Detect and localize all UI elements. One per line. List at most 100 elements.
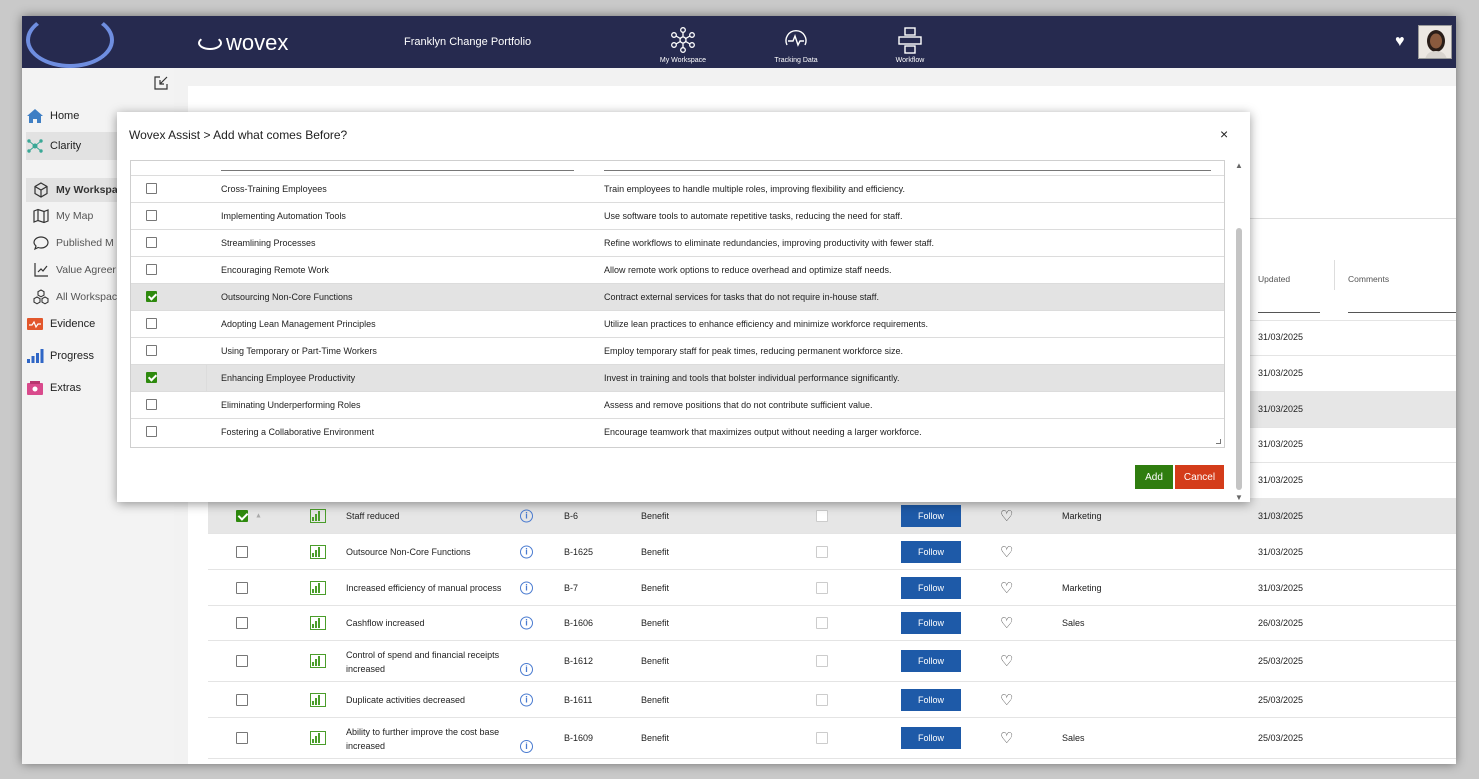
scroll-up-icon[interactable]: ▲	[1235, 161, 1243, 170]
row-flag-checkbox[interactable]	[816, 617, 828, 629]
list-item[interactable]: Outsourcing Non-Core Functions Contract …	[131, 283, 1224, 310]
info-icon[interactable]: i	[520, 581, 533, 594]
favorite-heart-icon[interactable]: ♡	[1000, 507, 1013, 525]
item-checkbox[interactable]	[146, 372, 157, 383]
scroll-down-icon[interactable]: ▼	[1235, 493, 1243, 502]
add-button[interactable]: Add	[1135, 465, 1173, 489]
sort-up-icon[interactable]: ▲	[255, 512, 262, 519]
list-item[interactable]: Using Temporary or Part-Time Workers Emp…	[131, 337, 1224, 364]
close-icon[interactable]: ×	[1220, 126, 1228, 142]
row-flag-checkbox[interactable]	[816, 693, 828, 706]
info-icon[interactable]: i	[520, 663, 533, 676]
row-checkbox[interactable]	[236, 509, 248, 522]
info-icon[interactable]: i	[520, 740, 533, 753]
row-checkbox[interactable]	[236, 655, 248, 667]
row-checkbox[interactable]	[236, 617, 248, 629]
sidebar-item-extras[interactable]: Extras	[26, 380, 81, 396]
table-row[interactable]: Control of spend and financial receipts …	[208, 641, 1456, 682]
row-type: Benefit	[641, 546, 670, 557]
row-name[interactable]: Staff reduced	[346, 511, 399, 521]
row-name[interactable]: Outsource Non-Core Functions	[346, 547, 471, 557]
follow-button[interactable]: Follow	[901, 612, 961, 634]
row-name[interactable]: Increased efficiency of manual process	[346, 583, 501, 593]
row-checkbox[interactable]	[236, 693, 248, 706]
scrollbar-thumb[interactable]	[1236, 228, 1242, 490]
favorite-heart-icon[interactable]: ♡	[1000, 579, 1013, 597]
row-checkbox[interactable]	[236, 545, 248, 558]
nav-tracking-data[interactable]: Tracking Data	[756, 26, 836, 64]
item-checkbox[interactable]	[146, 291, 157, 302]
favorite-heart-icon[interactable]: ♡	[1000, 652, 1013, 670]
list-item[interactable]: Streamlining Processes Refine workflows …	[131, 229, 1224, 256]
row-name-block[interactable]: Ability to further improve the cost base…	[346, 725, 499, 753]
sidebar-item-all-workspaces[interactable]: All Workspac	[32, 289, 117, 305]
item-checkbox[interactable]	[146, 183, 157, 194]
info-icon[interactable]: i	[520, 616, 533, 630]
user-avatar[interactable]	[1418, 25, 1452, 59]
list-item[interactable]: Encouraging Remote Work Allow remote wor…	[131, 256, 1224, 283]
info-icon[interactable]: i	[520, 545, 533, 558]
item-checkbox[interactable]	[146, 318, 157, 329]
column-header-comments[interactable]: Comments	[1348, 274, 1389, 284]
row-flag-checkbox[interactable]	[816, 732, 828, 744]
collapse-sidebar-icon[interactable]	[154, 76, 168, 90]
item-checkbox[interactable]	[146, 237, 157, 248]
info-icon[interactable]: i	[520, 693, 533, 706]
column-header-updated[interactable]: Updated	[1258, 274, 1290, 284]
comments-filter-input[interactable]	[1348, 312, 1456, 313]
favorites-heart-icon[interactable]: ♥	[1395, 33, 1405, 51]
row-flag-checkbox[interactable]	[816, 655, 828, 667]
row-flag-checkbox[interactable]	[816, 545, 828, 558]
follow-button[interactable]: Follow	[901, 504, 961, 527]
follow-button[interactable]: Follow	[901, 727, 961, 749]
list-item[interactable]: Cross-Training Employees Train employees…	[131, 175, 1224, 202]
sidebar-item-progress[interactable]: Progress	[26, 348, 94, 364]
row-flag-checkbox[interactable]	[816, 581, 828, 594]
item-checkbox[interactable]	[146, 345, 157, 356]
table-row[interactable]: ▲ Staff reduced i B-6 Benefit Follow ♡ M…	[208, 498, 1456, 534]
list-item[interactable]: Adopting Lean Management Principles Util…	[131, 310, 1224, 337]
follow-button[interactable]: Follow	[901, 540, 961, 563]
favorite-heart-icon[interactable]: ♡	[1000, 729, 1013, 747]
sidebar-item-home[interactable]: Home	[26, 108, 79, 124]
nav-my-workspace[interactable]: My Workspace	[643, 26, 723, 64]
item-checkbox[interactable]	[146, 210, 157, 221]
row-flag-checkbox[interactable]	[816, 509, 828, 522]
item-checkbox[interactable]	[146, 264, 157, 275]
row-name[interactable]: Cashflow increased	[346, 618, 425, 628]
resize-handle-icon[interactable]	[1216, 439, 1221, 444]
item-checkbox[interactable]	[146, 399, 157, 410]
sidebar-item-my-map[interactable]: My Map	[32, 208, 93, 224]
list-item[interactable]: Eliminating Underperforming Roles Assess…	[131, 391, 1224, 418]
table-row[interactable]: Increased efficiency of manual process i…	[208, 570, 1456, 606]
list-item[interactable]: Implementing Automation Tools Use softwa…	[131, 202, 1224, 229]
info-icon[interactable]: i	[520, 509, 533, 522]
item-checkbox[interactable]	[146, 426, 157, 437]
sidebar-item-published-maps[interactable]: Published M	[32, 235, 114, 251]
favorite-heart-icon[interactable]: ♡	[1000, 543, 1013, 561]
nav-workflow[interactable]: Workflow	[870, 26, 950, 64]
favorite-heart-icon[interactable]: ♡	[1000, 691, 1013, 709]
name-filter-input[interactable]	[221, 170, 574, 171]
follow-button[interactable]: Follow	[901, 688, 961, 711]
table-row[interactable]: Duplicate activities decreased i B-1611 …	[208, 682, 1456, 718]
dialog-scrollbar[interactable]: ▲ ▼	[1234, 160, 1244, 502]
list-item[interactable]: Fostering a Collaborative Environment En…	[131, 418, 1224, 445]
app-logo-icon[interactable]	[26, 16, 114, 68]
favorite-heart-icon[interactable]: ♡	[1000, 614, 1013, 632]
description-filter-input[interactable]	[604, 170, 1211, 171]
sidebar-item-evidence[interactable]: Evidence	[26, 316, 95, 332]
row-name[interactable]: Duplicate activities decreased	[346, 695, 465, 705]
cancel-button[interactable]: Cancel	[1175, 465, 1224, 489]
table-row[interactable]: Ability to further improve the cost base…	[208, 718, 1456, 759]
table-row[interactable]: Cashflow increased i B-1606 Benefit Foll…	[208, 606, 1456, 641]
follow-button[interactable]: Follow	[901, 576, 961, 599]
table-row[interactable]: Outsource Non-Core Functions i B-1625 Be…	[208, 534, 1456, 570]
list-item[interactable]: Enhancing Employee Productivity Invest i…	[131, 364, 1224, 392]
row-checkbox[interactable]	[236, 581, 248, 594]
row-checkbox[interactable]	[236, 732, 248, 744]
sidebar-item-value-agreements[interactable]: Value Agreer	[32, 262, 116, 278]
follow-button[interactable]: Follow	[901, 650, 961, 672]
updated-filter-input[interactable]	[1258, 312, 1320, 313]
row-name-block[interactable]: Control of spend and financial receipts …	[346, 648, 499, 676]
